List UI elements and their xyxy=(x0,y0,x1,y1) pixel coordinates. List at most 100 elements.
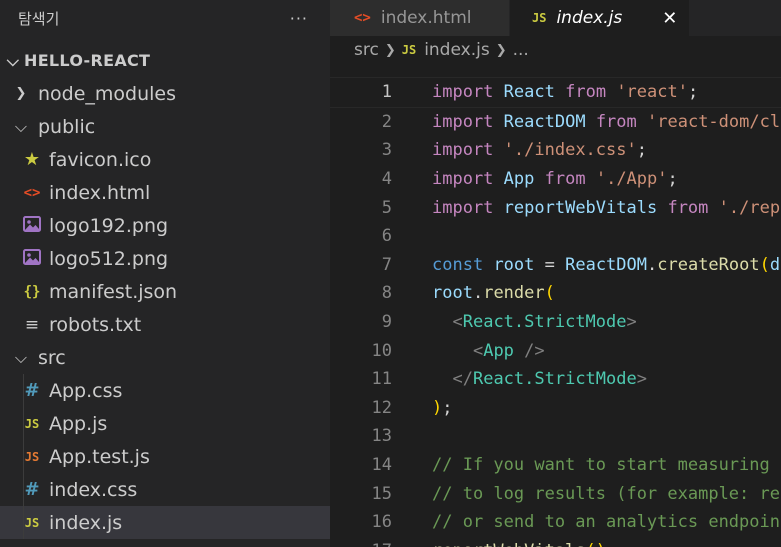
code-line[interactable]: 6 xyxy=(330,222,781,251)
code-token: from xyxy=(595,111,637,132)
code-line[interactable]: 17reportWebVitals(); xyxy=(330,537,781,547)
css-file-icon: # xyxy=(24,479,40,500)
tree-item-label: index.html xyxy=(49,181,151,204)
tree-item-label: public xyxy=(38,115,96,138)
code-line[interactable]: 5 import reportWebVitals from './reportWe… xyxy=(330,193,781,222)
code-token: </ xyxy=(452,369,473,390)
code-token: App xyxy=(503,169,535,190)
code-token: // to log results (for example: reportWe… xyxy=(432,483,781,504)
tree-folder-public[interactable]: ⌵ public xyxy=(0,110,330,143)
code-token: () xyxy=(586,541,606,547)
tree-file-favicon-ico[interactable]: ★ favicon.ico xyxy=(0,143,330,176)
code-text: // to log results (for example: reportWe… xyxy=(432,484,781,504)
tree-file-app-test-js[interactable]: JS App.test.js xyxy=(0,440,330,473)
js-file-icon: JS xyxy=(24,416,40,431)
code-text: // or send to an analytics endpoint. xyxy=(432,512,781,532)
code-token: /> xyxy=(524,340,545,361)
html-file-icon: <> xyxy=(23,184,41,201)
tree-file-app-css[interactable]: # App.css xyxy=(0,374,330,407)
tree-item-label: favicon.ico xyxy=(49,148,152,171)
tree-folder-node-modules[interactable]: ❯ node_modules xyxy=(0,77,330,110)
tree-file-index-html[interactable]: <> index.html xyxy=(0,176,330,209)
tree-item-label: index.js xyxy=(49,511,123,534)
code-editor[interactable]: 1 import React from 'react'; 2 import React… xyxy=(330,77,781,547)
tree-folder-src[interactable]: ⌵ src xyxy=(0,341,330,374)
code-token: ; xyxy=(636,140,647,161)
breadcrumb-folder[interactable]: src xyxy=(354,40,379,60)
tree-root-folder[interactable]: ⌵ HELLO-REACT xyxy=(0,44,330,77)
code-text: root.render( xyxy=(432,283,555,303)
line-number: 5 xyxy=(381,197,392,218)
editor-panel: <> index.html JS index.js ✕ src ❯ JS index.j… xyxy=(330,0,781,547)
line-number: 7 xyxy=(381,254,392,275)
tree-item-icon-slot: # xyxy=(23,479,41,500)
line-number: 10 xyxy=(371,340,392,361)
line-number: 1 xyxy=(381,82,392,103)
tree-file-logo192-png[interactable]: logo192.png xyxy=(0,209,330,242)
code-token: render xyxy=(483,283,545,304)
code-token: ; xyxy=(606,541,616,547)
code-line[interactable]: 13 xyxy=(330,422,781,451)
tab-index-js[interactable]: JS index.js ✕ xyxy=(510,0,690,36)
code-line[interactable]: 11 </React.StrictMode> xyxy=(330,365,781,394)
tree-file-logo512-png[interactable]: logo512.png xyxy=(0,242,330,275)
code-token: reportWebVitals xyxy=(432,541,586,547)
explorer-panel: 탐색기 ··· ⌵ HELLO-REACT ❯ node_modules ⌵ public… xyxy=(0,0,330,547)
tree-file-robots-txt[interactable]: ≡ robots.txt xyxy=(0,308,330,341)
code-line[interactable]: 3 import './index.css'; xyxy=(330,136,781,165)
tree-file-index-css[interactable]: # index.css xyxy=(0,473,330,506)
chevron-right-icon: ❯ xyxy=(495,42,507,58)
code-line[interactable]: 12); xyxy=(330,394,781,423)
more-actions-icon[interactable]: ··· xyxy=(290,9,308,28)
tree-item-label: logo192.png xyxy=(49,214,169,237)
image-file-icon xyxy=(23,248,41,270)
code-token: import xyxy=(432,82,494,103)
code-token: . xyxy=(472,283,484,304)
code-line[interactable]: 15 // to log results (for example: report… xyxy=(330,479,781,508)
js-file-icon: JS xyxy=(401,43,417,57)
tree-item-label: index.css xyxy=(49,478,138,501)
line-number: 13 xyxy=(371,426,392,447)
code-line[interactable]: 7 const root = ReactDOM.createRoot(docume… xyxy=(330,251,781,280)
line-number: 4 xyxy=(381,169,392,190)
code-line[interactable]: 8 root.render( xyxy=(330,279,781,308)
tree-item-label: App.js xyxy=(49,412,108,435)
code-line[interactable]: 4 import App from './App'; xyxy=(330,165,781,194)
code-line[interactable]: 2 import ReactDOM from 'react-dom/client'… xyxy=(330,108,781,137)
code-text: <App /> xyxy=(432,341,545,361)
code-token: > xyxy=(626,312,637,333)
tree-item-icon-slot: JS xyxy=(23,516,41,530)
code-line[interactable]: 10 <App /> xyxy=(330,336,781,365)
line-number: 17 xyxy=(330,541,432,547)
code-token: import xyxy=(432,169,494,190)
code-text: </React.StrictMode> xyxy=(432,369,647,389)
breadcrumb-file[interactable]: index.js xyxy=(424,40,490,60)
tree-file-app-js[interactable]: JS App.js xyxy=(0,407,330,440)
tab-index-html[interactable]: <> index.html xyxy=(330,0,510,36)
breadcrumb-symbol[interactable]: ... xyxy=(513,40,529,60)
line-number: 6 xyxy=(381,226,392,247)
close-icon[interactable]: ✕ xyxy=(662,8,677,29)
explorer-title: 탐색기 xyxy=(18,9,60,28)
line-number: 9 xyxy=(381,312,392,333)
code-line[interactable]: 16 // or send to an analytics endpoint. xyxy=(330,508,781,537)
code-line[interactable]: 14 // If you want to start measuring perf… xyxy=(330,451,781,480)
chevron-right-icon: ❯ xyxy=(384,42,396,58)
code-text: import App from './App'; xyxy=(432,169,678,189)
code-token: document xyxy=(769,254,781,275)
html-icon: <> xyxy=(354,10,371,26)
code-line[interactable]: 1 import React from 'react'; xyxy=(330,77,781,108)
tree-file-index-js[interactable]: JS index.js xyxy=(0,506,330,539)
line-number: 11 xyxy=(371,369,392,390)
tree-file-manifest-json[interactable]: {} manifest.json xyxy=(0,275,330,308)
breadcrumb: src ❯ JS index.js ❯ ... xyxy=(330,36,781,64)
tab-bar: <> index.html JS index.js ✕ xyxy=(330,0,781,36)
code-line[interactable]: 9 <React.StrictMode> xyxy=(330,308,781,337)
